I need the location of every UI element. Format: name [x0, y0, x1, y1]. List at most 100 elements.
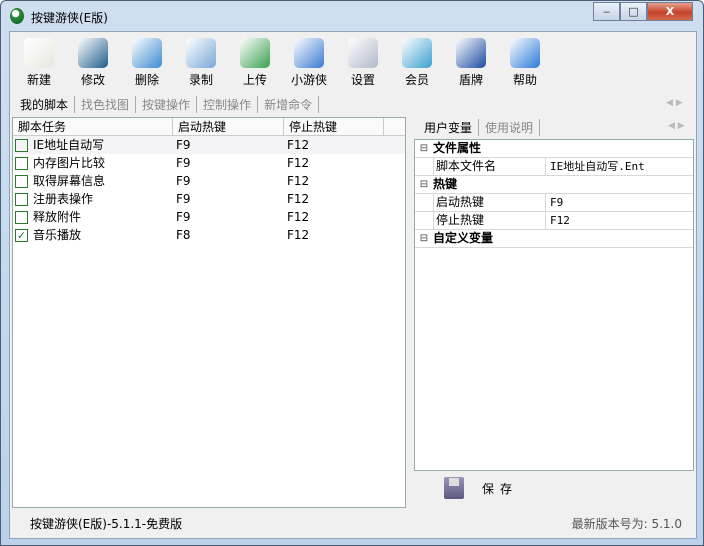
start-hotkey: F9 [176, 138, 191, 152]
stop-hotkey: F12 [287, 210, 310, 224]
toolbar-button-label: 帮助 [512, 73, 537, 87]
property-key: 脚本文件名 [433, 158, 546, 175]
app-icon [10, 8, 24, 24]
app-window: 按键游侠(E版) ‒ □ X 新建 修改 删除 录制 上传 小游侠 设置 会员 盾牌 帮助 我的脚… [0, 0, 704, 546]
start-hotkey: F8 [176, 228, 191, 242]
toolbar-button-label: 盾牌 [458, 73, 483, 87]
status-bar: 按键游侠(E版)-5.1.1-免费版 最新版本号为: 5.1.0 [10, 510, 696, 538]
task-checkbox[interactable] [15, 138, 28, 152]
toolbar-button-label: 设置 [350, 73, 375, 87]
stop-hotkey: F12 [287, 192, 310, 206]
column-header-task[interactable]: 脚本任务 [13, 118, 173, 135]
client-area: 新建 修改 删除 录制 上传 小游侠 设置 会员 盾牌 帮助 我的脚本 找色找图 按键操作 控制操作 新增… [9, 31, 697, 539]
property-key: 停止热键 [433, 212, 546, 229]
collapse-toggle-icon[interactable]: ⊟ [415, 230, 433, 247]
task-name: 内存图片比较 [33, 156, 106, 170]
table-row[interactable]: 内存图片比较 F9 F12 [13, 154, 405, 172]
toolbar-button-settings[interactable]: 设置 [338, 38, 388, 88]
tab-3[interactable]: 控制操作 [197, 95, 259, 113]
window-title: 按键游侠(E版) [31, 11, 108, 25]
table-row[interactable]: IE地址自动写 F9 F12 [13, 136, 405, 154]
property-row[interactable]: 启动热键 F9 [415, 194, 693, 212]
toolbar-button-record[interactable]: 录制 [176, 38, 226, 88]
messenger-icon [294, 38, 324, 68]
start-hotkey: F9 [176, 156, 191, 170]
column-header-start-hotkey[interactable]: 启动热键 [173, 118, 284, 135]
maximize-button[interactable]: □ [620, 2, 647, 21]
close-button[interactable]: X [647, 2, 693, 21]
toolbar-button-label: 小游侠 [290, 73, 327, 87]
toolbar-button-label: 修改 [80, 73, 105, 87]
stop-hotkey: F12 [287, 138, 310, 152]
toolbar-button-messenger[interactable]: 小游侠 [284, 38, 334, 88]
help-icon [510, 38, 540, 68]
task-checkbox[interactable] [15, 156, 28, 170]
tab-2[interactable]: 按键操作 [136, 95, 198, 113]
task-checkbox[interactable] [15, 210, 28, 224]
stop-hotkey: F12 [287, 174, 310, 188]
status-latest-version: 最新版本号为: 5.1.0 [571, 517, 682, 531]
property-key: 启动热键 [433, 194, 546, 211]
collapse-toggle-icon[interactable]: ⊟ [415, 176, 433, 193]
toolbar-button-edit[interactable]: 修改 [68, 38, 118, 88]
tab-0[interactable]: 我的脚本 [14, 95, 76, 113]
stop-hotkey: F12 [287, 228, 310, 242]
toolbar-button-upload[interactable]: 上传 [230, 38, 280, 88]
tab-scroll-arrows[interactable]: ◀ ▶ [666, 98, 683, 108]
tab-user-variables[interactable]: 用户变量 [418, 118, 480, 136]
toolbar-button-label: 会员 [404, 73, 429, 87]
property-grid: ⊟ 文件属性 脚本文件名 IE地址自动写.Ent ⊟ 热键 启动热键 F9 停止热键 F12 ⊟ 自定… [414, 139, 694, 471]
toolbar-button-members[interactable]: 会员 [392, 38, 442, 88]
table-row[interactable]: ✓ 音乐播放 F8 F12 [13, 226, 405, 244]
right-tab-scroll-arrows[interactable]: ◀ ▶ [668, 121, 685, 131]
new-icon [24, 38, 54, 68]
property-value[interactable]: IE地址自动写.Ent [546, 158, 645, 175]
save-button[interactable]: 保存 [444, 477, 518, 499]
table-row[interactable]: 注册表操作 F9 F12 [13, 190, 405, 208]
task-name: 音乐播放 [33, 228, 82, 242]
task-checkbox[interactable] [15, 174, 28, 188]
property-category[interactable]: ⊟ 热键 [415, 176, 693, 194]
task-checkbox[interactable] [15, 192, 28, 206]
row-spacer [415, 158, 433, 175]
main-tabs: 我的脚本 找色找图 按键操作 控制操作 新增命令 [14, 94, 320, 114]
toolbar-button-recycle-bin[interactable]: 删除 [122, 38, 172, 88]
save-label: 保存 [482, 481, 519, 496]
category-label: 文件属性 [433, 141, 482, 155]
property-category[interactable]: ⊟ 文件属性 [415, 140, 693, 158]
property-value[interactable]: F12 [546, 212, 570, 229]
title-bar[interactable]: 按键游侠(E版) ‒ □ X [1, 1, 703, 31]
floppy-disk-icon [444, 477, 464, 499]
task-cell: 内存图片比较 [13, 154, 173, 172]
table-row[interactable]: 释放附件 F9 F12 [13, 208, 405, 226]
upload-icon [240, 38, 270, 68]
task-cell: ✓ 音乐播放 [13, 226, 173, 244]
settings-icon [348, 38, 378, 68]
tab-1[interactable]: 找色找图 [75, 95, 137, 113]
row-spacer [415, 194, 433, 211]
tab-4[interactable]: 新增命令 [258, 95, 320, 113]
record-icon [186, 38, 216, 68]
toolbar-button-label: 删除 [134, 73, 159, 87]
property-value[interactable]: F9 [546, 194, 563, 211]
collapse-toggle-icon[interactable]: ⊟ [415, 140, 433, 157]
property-category[interactable]: ⊟ 自定义变量 [415, 230, 693, 248]
tab-usage-instructions[interactable]: 使用说明 [479, 118, 541, 136]
minimize-button[interactable]: ‒ [593, 2, 620, 21]
column-header-stop-hotkey[interactable]: 停止热键 [284, 118, 384, 135]
row-spacer [415, 212, 433, 229]
toolbar-button-new[interactable]: 新建 [14, 38, 64, 88]
start-hotkey: F9 [176, 210, 191, 224]
toolbar-button-help[interactable]: 帮助 [500, 38, 550, 88]
property-row[interactable]: 脚本文件名 IE地址自动写.Ent [415, 158, 693, 176]
task-name: 取得屏幕信息 [33, 174, 106, 188]
property-row[interactable]: 停止热键 F12 [415, 212, 693, 230]
task-checkbox[interactable]: ✓ [15, 228, 28, 242]
task-cell: 注册表操作 [13, 190, 173, 208]
task-name: 释放附件 [33, 210, 82, 224]
members-icon [402, 38, 432, 68]
task-name: IE地址自动写 [33, 138, 105, 152]
task-cell: IE地址自动写 [13, 136, 173, 154]
table-row[interactable]: 取得屏幕信息 F9 F12 [13, 172, 405, 190]
toolbar-button-shield[interactable]: 盾牌 [446, 38, 496, 88]
